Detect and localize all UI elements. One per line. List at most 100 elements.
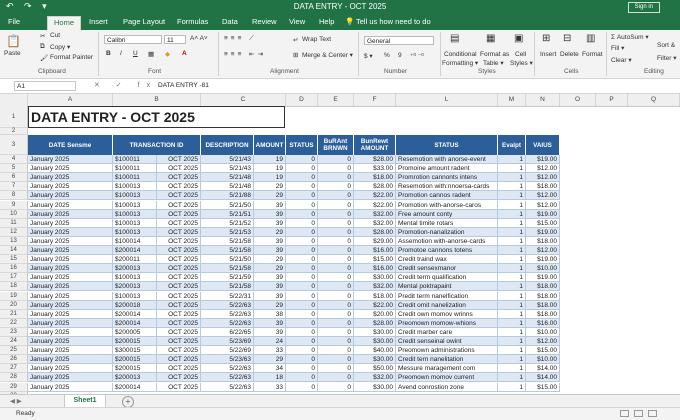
grow-shrink-font-icon[interactable]: A˄ A˅ xyxy=(190,35,208,42)
format-as-table-button[interactable]: Format as xyxy=(480,51,509,58)
tab-view[interactable]: View xyxy=(289,16,305,30)
table-cell[interactable]: 0 xyxy=(318,264,354,274)
table-cell[interactable]: 1 xyxy=(498,264,526,274)
table-cell[interactable]: $18.00 xyxy=(526,282,560,292)
comma-button[interactable]: 9 xyxy=(398,52,402,59)
table-cell[interactable]: OCT 2025 xyxy=(157,182,201,192)
borders-icon[interactable]: ▦ xyxy=(148,50,154,58)
table-cell[interactable]: $200015 xyxy=(113,364,157,374)
table-cell[interactable]: Credit sensexmanor xyxy=(396,264,498,274)
delete-cells-button[interactable]: Delete xyxy=(560,51,579,58)
table-cell[interactable]: 5/22/31 xyxy=(201,291,254,301)
table-cell[interactable]: 5/22/63 xyxy=(201,300,254,310)
table-cell[interactable]: 0 xyxy=(286,164,318,174)
table-cell[interactable]: January 2025 xyxy=(28,337,113,347)
table-cell[interactable]: 1 xyxy=(498,309,526,319)
table-header-cell[interactable]: DATE Sensme xyxy=(28,135,113,155)
table-cell[interactable]: $100013 xyxy=(113,218,157,228)
table-cell[interactable]: $19.00 xyxy=(526,155,560,165)
percent-button[interactable]: % xyxy=(384,52,390,59)
row-header[interactable]: 11 xyxy=(0,218,28,228)
table-cell[interactable]: 1 xyxy=(498,246,526,256)
table-header-cell[interactable]: BuRAnt BRNWN xyxy=(318,135,354,155)
tab-home[interactable]: Home xyxy=(47,16,82,31)
table-cell[interactable]: $12.00 xyxy=(526,191,560,201)
table-header-cell[interactable]: STATUS xyxy=(286,135,318,155)
table-cell[interactable]: $28.00 xyxy=(354,155,396,165)
table-cell[interactable]: January 2025 xyxy=(28,155,113,165)
table-cell[interactable]: $100013 xyxy=(113,291,157,301)
table-cell[interactable]: 38 xyxy=(254,309,286,319)
name-box[interactable]: A1 xyxy=(14,81,76,91)
copy-icon[interactable]: ⧉ xyxy=(40,43,45,51)
table-cell[interactable]: 1 xyxy=(498,155,526,165)
table-cell[interactable]: 0 xyxy=(318,191,354,201)
table-cell[interactable]: 0 xyxy=(318,346,354,356)
table-cell[interactable]: $200013 xyxy=(113,373,157,383)
table-cell[interactable]: $100013 xyxy=(113,200,157,210)
table-cell[interactable]: $30.00 xyxy=(354,355,396,365)
table-cell[interactable]: OCT 2025 xyxy=(157,346,201,356)
table-cell[interactable]: 0 xyxy=(318,327,354,337)
row-header[interactable]: 28 xyxy=(0,373,28,383)
table-cell[interactable]: OCT 2025 xyxy=(157,236,201,246)
sort-filter-label2[interactable]: Filter ▾ xyxy=(657,54,677,62)
table-cell[interactable]: OCT 2025 xyxy=(157,173,201,183)
row-header[interactable]: 2 xyxy=(0,128,28,135)
table-cell[interactable]: 0 xyxy=(286,209,318,219)
table-header-cell[interactable]: TRANSACTION ID xyxy=(113,135,201,155)
column-header[interactable]: B xyxy=(113,94,201,106)
table-cell[interactable]: OCT 2025 xyxy=(157,155,201,165)
table-cell[interactable]: 1 xyxy=(498,355,526,365)
table-cell[interactable]: 1 xyxy=(498,173,526,183)
table-cell[interactable]: $15.00 xyxy=(526,346,560,356)
table-cell[interactable]: $30.00 xyxy=(354,273,396,283)
table-cell[interactable]: 0 xyxy=(286,373,318,383)
bold-button[interactable]: B xyxy=(106,50,111,57)
table-cell[interactable]: OCT 2025 xyxy=(157,318,201,328)
row-header[interactable]: 3 xyxy=(0,135,28,155)
table-cell[interactable]: 1 xyxy=(498,273,526,283)
table-cell[interactable]: Predit term nanelfication xyxy=(396,291,498,301)
table-cell[interactable]: 29 xyxy=(254,264,286,274)
align-top-icons[interactable]: ≡≡≡ ⟋ xyxy=(224,35,257,43)
table-cell[interactable]: $100011 xyxy=(113,173,157,183)
table-cell[interactable]: 29 xyxy=(254,355,286,365)
wrap-text-button[interactable]: Wrap Text xyxy=(302,36,331,43)
table-cell[interactable]: January 2025 xyxy=(28,309,113,319)
table-cell[interactable]: January 2025 xyxy=(28,255,113,265)
table-cell[interactable]: OCT 2025 xyxy=(157,364,201,374)
column-header[interactable]: O xyxy=(560,94,596,106)
table-cell[interactable]: $18.00 xyxy=(526,291,560,301)
table-cell[interactable]: 1 xyxy=(498,291,526,301)
table-cell[interactable]: $18.00 xyxy=(526,300,560,310)
table-cell[interactable]: January 2025 xyxy=(28,364,113,374)
merge-center-icon[interactable]: ⊞ xyxy=(293,51,298,59)
row-header[interactable]: 23 xyxy=(0,327,28,337)
column-header[interactable]: P xyxy=(596,94,628,106)
table-cell[interactable]: $200011 xyxy=(113,255,157,265)
table-cell[interactable]: $12.00 xyxy=(526,246,560,256)
table-cell[interactable]: 5/22/69 xyxy=(201,346,254,356)
table-cell[interactable]: Promrotion cannonts intens xyxy=(396,173,498,183)
table-cell[interactable]: $100011 xyxy=(113,155,157,165)
table-cell[interactable]: January 2025 xyxy=(28,218,113,228)
row-header[interactable]: 18 xyxy=(0,282,28,292)
table-cell[interactable]: 0 xyxy=(318,246,354,256)
table-cell[interactable]: $30.00 xyxy=(354,382,396,392)
table-cell[interactable]: January 2025 xyxy=(28,327,113,337)
font-size-select[interactable]: 11 xyxy=(164,35,186,44)
table-cell[interactable]: 39 xyxy=(254,209,286,219)
table-cell[interactable]: 5/21/43 xyxy=(201,155,254,165)
table-cell[interactable]: 5/23/63 xyxy=(201,355,254,365)
table-cell[interactable]: Avend conrostion zone xyxy=(396,382,498,392)
table-cell[interactable]: 1 xyxy=(498,209,526,219)
table-cell[interactable]: 0 xyxy=(318,337,354,347)
table-cell[interactable]: Credit tern nanelitation xyxy=(396,355,498,365)
table-cell[interactable]: January 2025 xyxy=(28,227,113,237)
table-cell[interactable]: $19.00 xyxy=(526,255,560,265)
format-painter-button[interactable]: Format Painter xyxy=(50,54,93,61)
sheet-nav-arrows-icon[interactable]: ◀ ▶ xyxy=(10,397,22,405)
table-cell[interactable]: 1 xyxy=(498,337,526,347)
row-header[interactable]: 14 xyxy=(0,246,28,256)
